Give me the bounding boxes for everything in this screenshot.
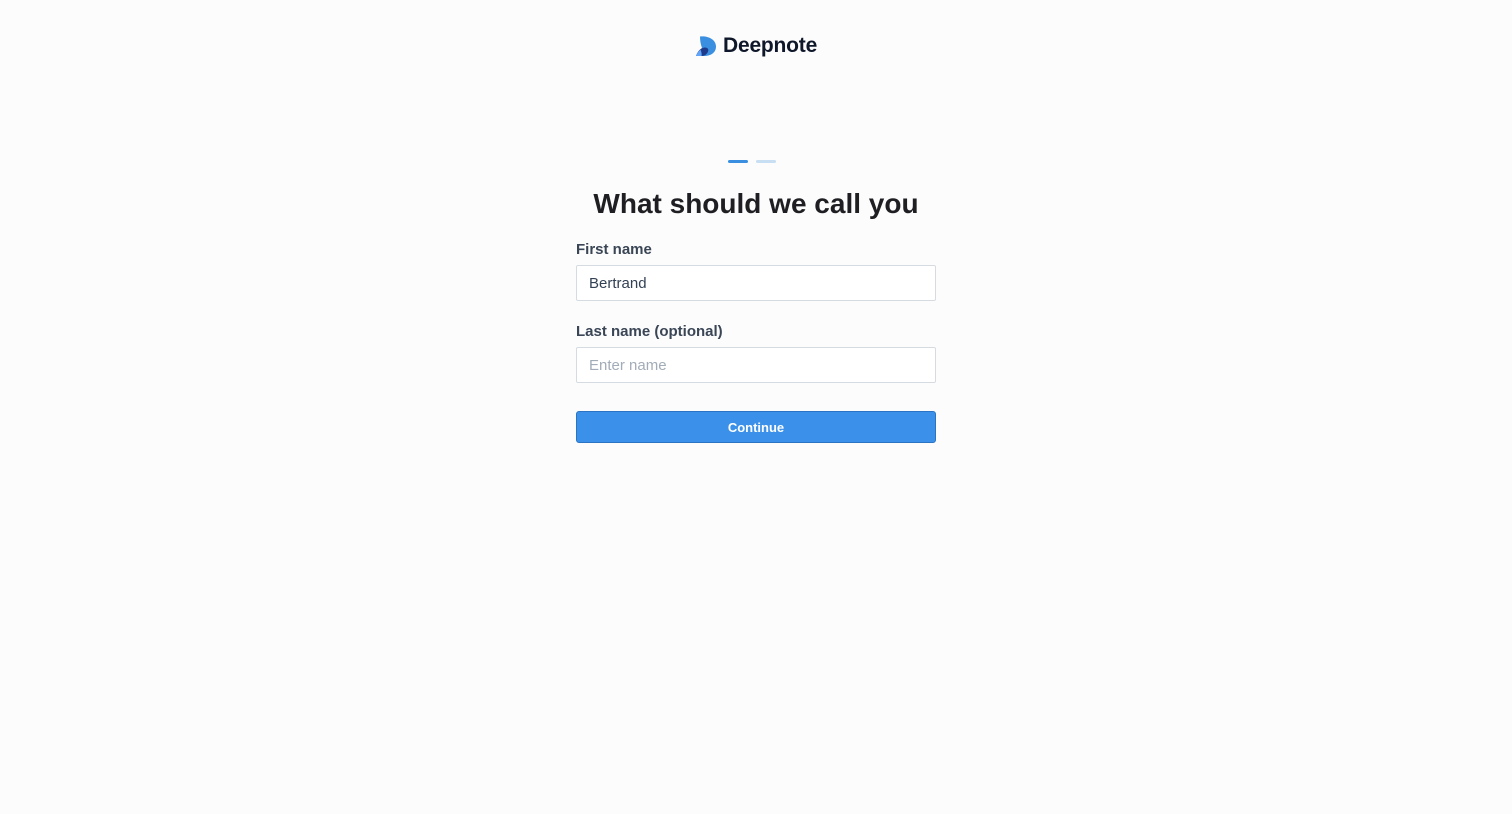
step-progress-indicator <box>728 160 776 163</box>
last-name-label: Last name (optional) <box>576 323 723 340</box>
onboarding-page: Deepnote What should we call you First n… <box>0 0 1512 814</box>
step-indicator-1 <box>728 160 748 163</box>
brand-name: Deepnote <box>723 34 818 57</box>
first-name-field: First name <box>576 240 936 301</box>
last-name-field: Last name (optional) <box>576 322 936 383</box>
deepnote-logo: Deepnote <box>695 34 817 58</box>
last-name-input[interactable] <box>576 347 936 383</box>
first-name-label: First name <box>576 241 652 258</box>
first-name-input[interactable] <box>576 265 936 301</box>
continue-button[interactable]: Continue <box>576 411 936 443</box>
deepnote-logo-icon <box>696 36 716 56</box>
name-form: First name Last name (optional) Continue <box>576 240 936 443</box>
step-indicator-2 <box>756 160 776 163</box>
page-title: What should we call you <box>593 188 919 219</box>
